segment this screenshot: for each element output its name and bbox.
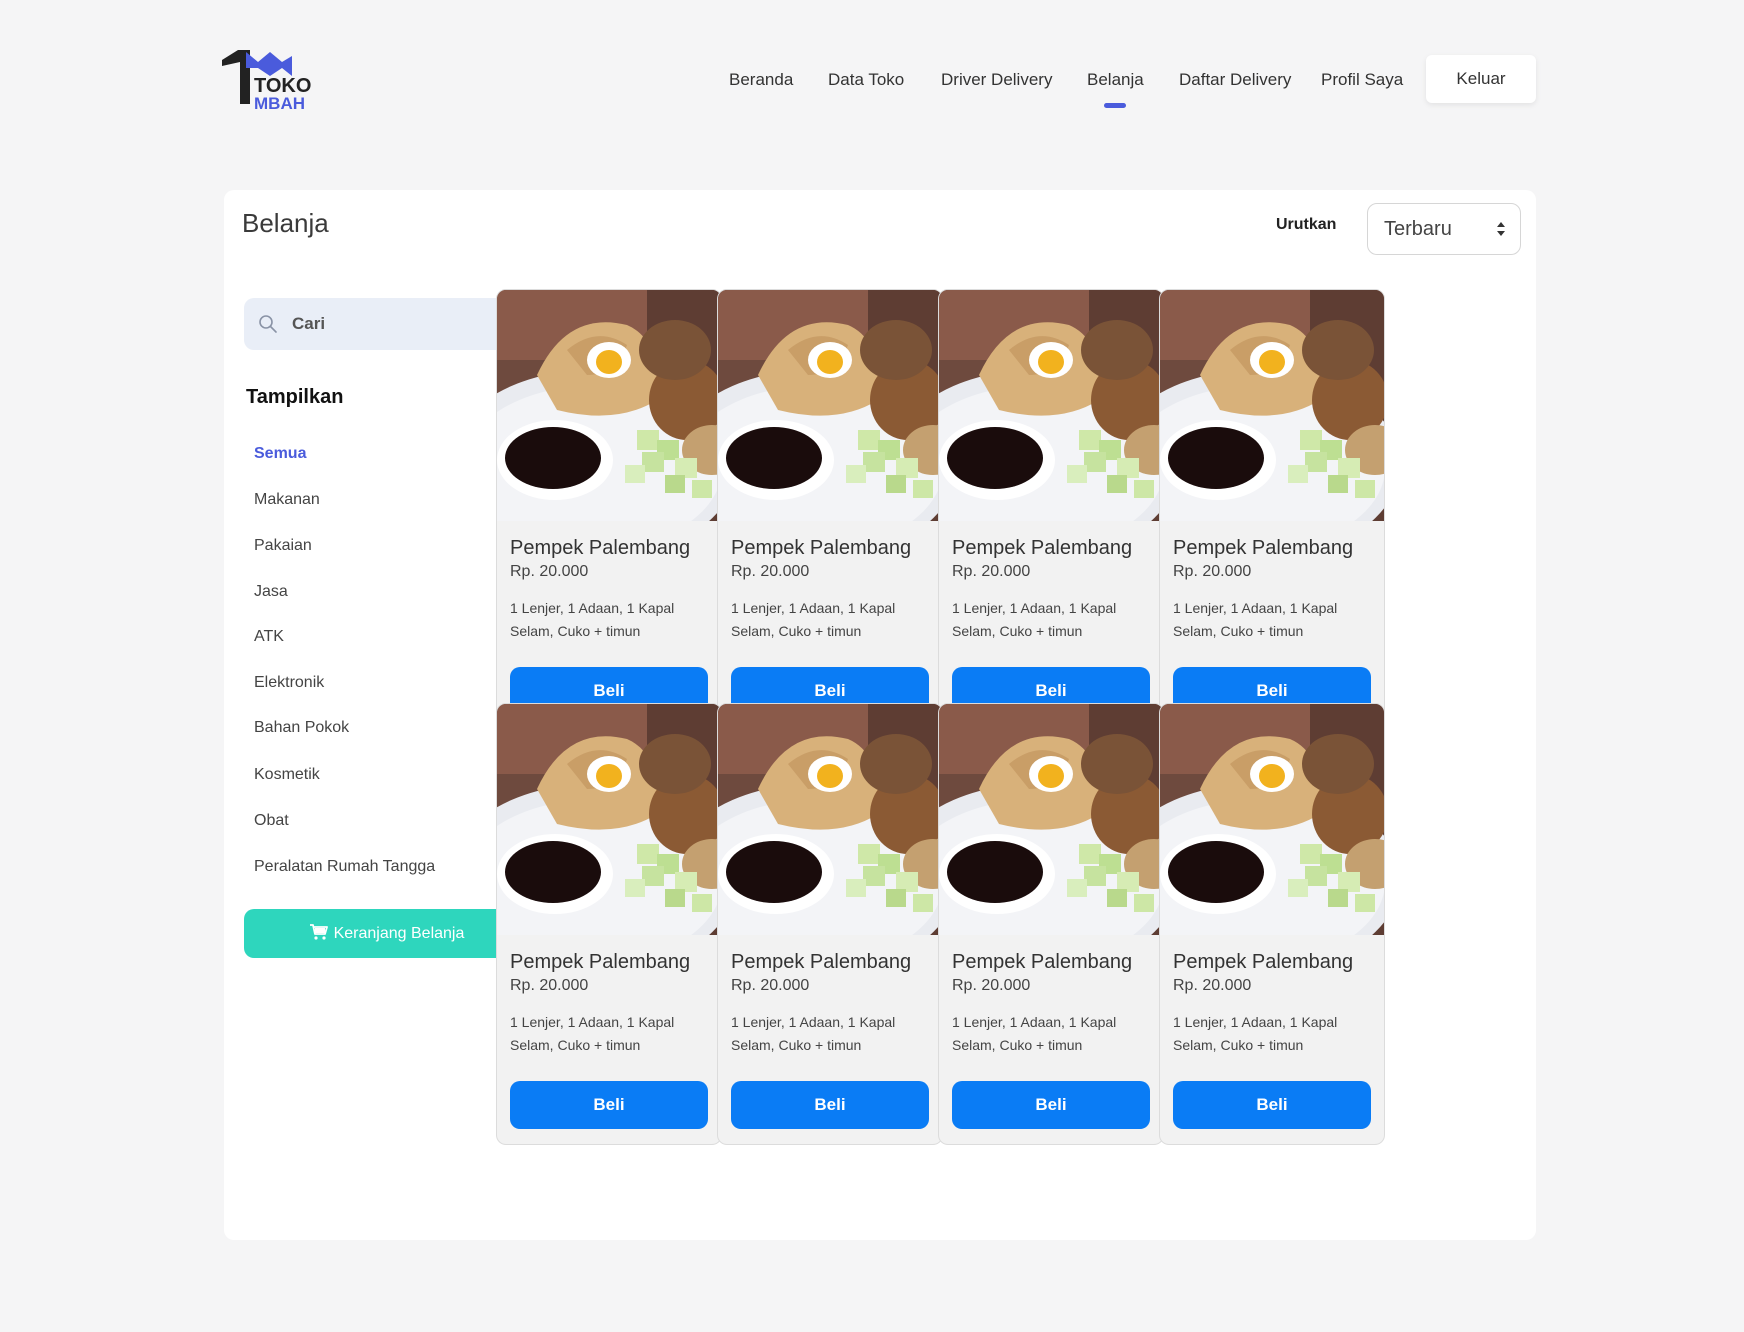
category-peralatan-rumah-tangga[interactable]: Peralatan Rumah Tangga bbox=[254, 858, 435, 876]
search-box bbox=[244, 298, 526, 350]
product-card[interactable]: Pempek Palembang Rp. 20.000 1 Lenjer, 1 … bbox=[496, 289, 722, 731]
nav-belanja[interactable]: Belanja bbox=[1087, 54, 1144, 106]
filter-title: Tampilkan bbox=[246, 386, 344, 408]
nav-daftar-delivery[interactable]: Daftar Delivery bbox=[1179, 54, 1291, 106]
svg-text:MBAH: MBAH bbox=[254, 94, 305, 113]
product-name: Pempek Palembang bbox=[731, 951, 912, 973]
product-price: Rp. 20.000 bbox=[731, 563, 810, 580]
product-image bbox=[1160, 704, 1384, 935]
product-image bbox=[497, 704, 721, 935]
category-atk[interactable]: ATK bbox=[254, 628, 284, 646]
search-icon bbox=[259, 315, 277, 333]
product-price: Rp. 20.000 bbox=[510, 977, 589, 994]
category-jasa[interactable]: Jasa bbox=[254, 583, 288, 601]
category-makanan[interactable]: Makanan bbox=[254, 491, 320, 509]
product-description: 1 Lenjer, 1 Adaan, 1 Kapal Selam, Cuko +… bbox=[1173, 600, 1338, 639]
nav-driver-delivery[interactable]: Driver Delivery bbox=[941, 54, 1052, 106]
product-price: Rp. 20.000 bbox=[952, 563, 1031, 580]
logout-button[interactable]: Keluar bbox=[1426, 55, 1536, 103]
shop-panel: Belanja Urutkan Terbaru Tampilkan Semua … bbox=[224, 190, 1536, 1240]
buy-button[interactable]: Beli bbox=[952, 1081, 1150, 1129]
sort-arrows-icon bbox=[1497, 222, 1505, 236]
product-description: 1 Lenjer, 1 Adaan, 1 Kapal Selam, Cuko +… bbox=[1173, 1014, 1338, 1053]
category-kosmetik[interactable]: Kosmetik bbox=[254, 766, 320, 784]
nav-profil-saya[interactable]: Profil Saya bbox=[1321, 54, 1403, 106]
product-card[interactable]: Pempek Palembang Rp. 20.000 1 Lenjer, 1 … bbox=[938, 703, 1164, 1145]
product-name: Pempek Palembang bbox=[731, 537, 912, 559]
product-description: 1 Lenjer, 1 Adaan, 1 Kapal Selam, Cuko +… bbox=[510, 600, 675, 639]
top-header: TOKO MBAH Beranda Data Toko Driver Deliv… bbox=[0, 0, 1744, 160]
product-card[interactable]: Pempek Palembang Rp. 20.000 1 Lenjer, 1 … bbox=[496, 703, 722, 1145]
buy-button[interactable]: Beli bbox=[731, 1081, 929, 1129]
product-name: Pempek Palembang bbox=[952, 537, 1133, 559]
product-card[interactable]: Pempek Palembang Rp. 20.000 1 Lenjer, 1 … bbox=[717, 703, 943, 1145]
product-price: Rp. 20.000 bbox=[731, 977, 810, 994]
product-description: 1 Lenjer, 1 Adaan, 1 Kapal Selam, Cuko +… bbox=[952, 1014, 1117, 1053]
product-image bbox=[718, 290, 942, 521]
cart-icon bbox=[309, 924, 328, 940]
nav-beranda[interactable]: Beranda bbox=[729, 54, 793, 106]
product-card[interactable]: Pempek Palembang Rp. 20.000 1 Lenjer, 1 … bbox=[717, 289, 943, 731]
sort-label: Urutkan bbox=[1276, 216, 1337, 233]
product-image bbox=[939, 704, 1163, 935]
product-image bbox=[497, 290, 721, 521]
category-obat[interactable]: Obat bbox=[254, 812, 289, 830]
product-name: Pempek Palembang bbox=[510, 951, 691, 973]
toko-mbah-logo[interactable]: TOKO MBAH bbox=[220, 46, 316, 114]
category-pakaian[interactable]: Pakaian bbox=[254, 537, 312, 555]
product-card[interactable]: Pempek Palembang Rp. 20.000 1 Lenjer, 1 … bbox=[938, 289, 1164, 731]
sort-select[interactable]: Terbaru bbox=[1367, 203, 1521, 255]
page-title: Belanja bbox=[242, 208, 329, 238]
product-image bbox=[718, 704, 942, 935]
product-description: 1 Lenjer, 1 Adaan, 1 Kapal Selam, Cuko +… bbox=[952, 600, 1117, 639]
buy-button[interactable]: Beli bbox=[510, 1081, 708, 1129]
product-description: 1 Lenjer, 1 Adaan, 1 Kapal Selam, Cuko +… bbox=[510, 1014, 675, 1053]
product-name: Pempek Palembang bbox=[1173, 537, 1354, 559]
product-name: Pempek Palembang bbox=[510, 537, 691, 559]
buy-button[interactable]: Beli bbox=[1173, 1081, 1371, 1129]
product-name: Pempek Palembang bbox=[1173, 951, 1354, 973]
cart-button[interactable]: Keranjang Belanja bbox=[244, 909, 530, 958]
product-card[interactable]: Pempek Palembang Rp. 20.000 1 Lenjer, 1 … bbox=[1159, 703, 1385, 1145]
product-price: Rp. 20.000 bbox=[510, 563, 589, 580]
product-price: Rp. 20.000 bbox=[1173, 977, 1252, 994]
product-image bbox=[1160, 290, 1384, 521]
sort-selected-value: Terbaru bbox=[1384, 218, 1452, 240]
product-price: Rp. 20.000 bbox=[1173, 563, 1252, 580]
category-bahan-pokok[interactable]: Bahan Pokok bbox=[254, 719, 349, 737]
product-price: Rp. 20.000 bbox=[952, 977, 1031, 994]
cart-button-label: Keranjang Belanja bbox=[333, 925, 465, 942]
category-semua[interactable]: Semua bbox=[254, 445, 306, 463]
product-image bbox=[939, 290, 1163, 521]
product-description: 1 Lenjer, 1 Adaan, 1 Kapal Selam, Cuko +… bbox=[731, 1014, 896, 1053]
search-input[interactable] bbox=[292, 308, 512, 340]
nav-data-toko[interactable]: Data Toko bbox=[828, 54, 904, 106]
product-description: 1 Lenjer, 1 Adaan, 1 Kapal Selam, Cuko +… bbox=[731, 600, 896, 639]
product-name: Pempek Palembang bbox=[952, 951, 1133, 973]
product-card[interactable]: Pempek Palembang Rp. 20.000 1 Lenjer, 1 … bbox=[1159, 289, 1385, 731]
category-elektronik[interactable]: Elektronik bbox=[254, 674, 324, 692]
